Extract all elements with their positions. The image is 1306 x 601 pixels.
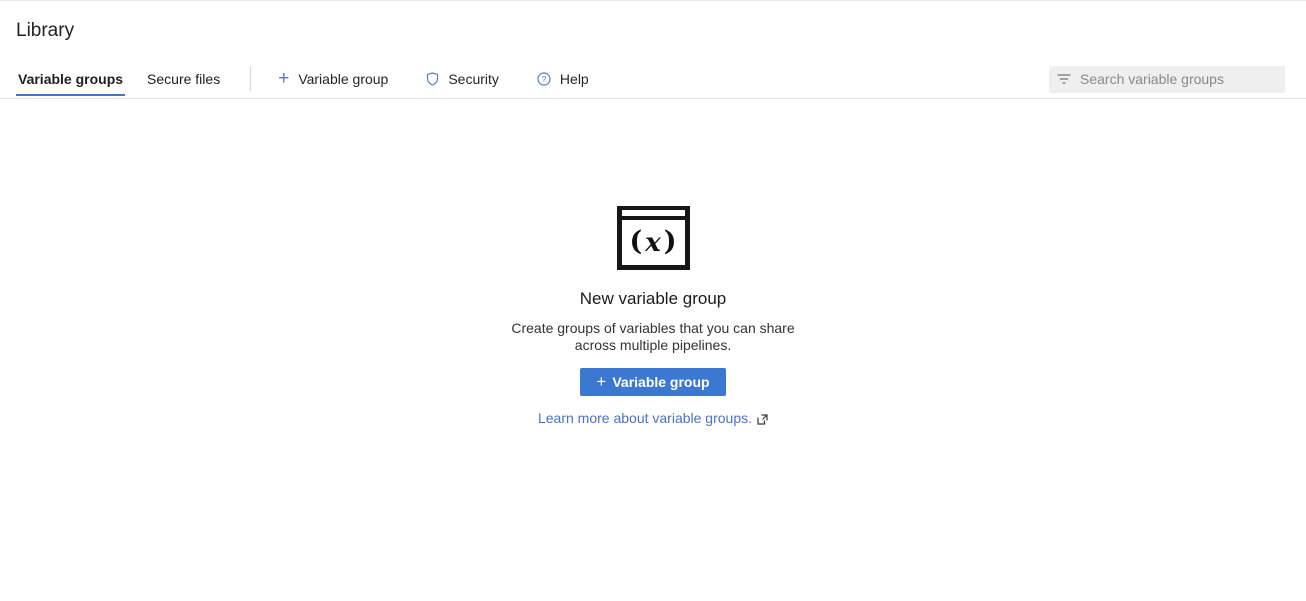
tab-variable-groups[interactable]: Variable groups xyxy=(16,60,125,98)
filter-icon xyxy=(1057,73,1071,85)
plus-icon: + xyxy=(596,373,606,390)
security-label: Security xyxy=(448,71,499,87)
shield-icon xyxy=(426,72,439,86)
window-icon-body: ( x ) xyxy=(622,220,685,265)
library-page: Library Variable groups Secure files + V… xyxy=(0,0,1306,601)
learn-more-row: Learn more about variable groups. xyxy=(538,410,768,426)
toolbar-divider xyxy=(250,67,251,91)
add-variable-group-label: Variable group xyxy=(298,71,388,87)
plus-icon: + xyxy=(278,69,289,88)
search-input[interactable] xyxy=(1080,71,1277,87)
window-icon-titlebar xyxy=(622,210,685,216)
tab-command-bar: Variable groups Secure files + Variable … xyxy=(0,60,1306,99)
external-link-icon xyxy=(757,414,768,425)
icon-variable-x: x xyxy=(645,230,661,256)
tab-secure-files-label: Secure files xyxy=(147,71,220,87)
description-line-1: Create groups of variables that you can … xyxy=(511,320,794,337)
search-box[interactable] xyxy=(1049,66,1285,93)
add-variable-group-button-label: Variable group xyxy=(612,374,709,390)
help-icon: ? xyxy=(537,72,551,86)
variable-group-window-icon: ( x ) xyxy=(617,206,690,270)
add-variable-group-command[interactable]: + Variable group xyxy=(278,60,388,98)
empty-state-title: New variable group xyxy=(580,289,726,309)
icon-paren-open: ( xyxy=(629,228,642,255)
empty-state: ( x ) New variable group Create groups o… xyxy=(433,206,873,426)
learn-more-link[interactable]: Learn more about variable groups. xyxy=(538,410,752,426)
tab-variable-groups-label: Variable groups xyxy=(18,71,123,87)
icon-paren-close: ) xyxy=(664,228,677,255)
security-command[interactable]: Security xyxy=(426,60,499,98)
description-line-2: across multiple pipelines. xyxy=(511,337,794,354)
tab-secure-files[interactable]: Secure files xyxy=(145,60,222,98)
empty-state-description: Create groups of variables that you can … xyxy=(511,320,794,354)
help-command[interactable]: ? Help xyxy=(537,60,589,98)
svg-text:?: ? xyxy=(542,74,547,84)
help-label: Help xyxy=(560,71,589,87)
add-variable-group-button[interactable]: + Variable group xyxy=(580,368,725,396)
page-title: Library xyxy=(16,20,1306,42)
